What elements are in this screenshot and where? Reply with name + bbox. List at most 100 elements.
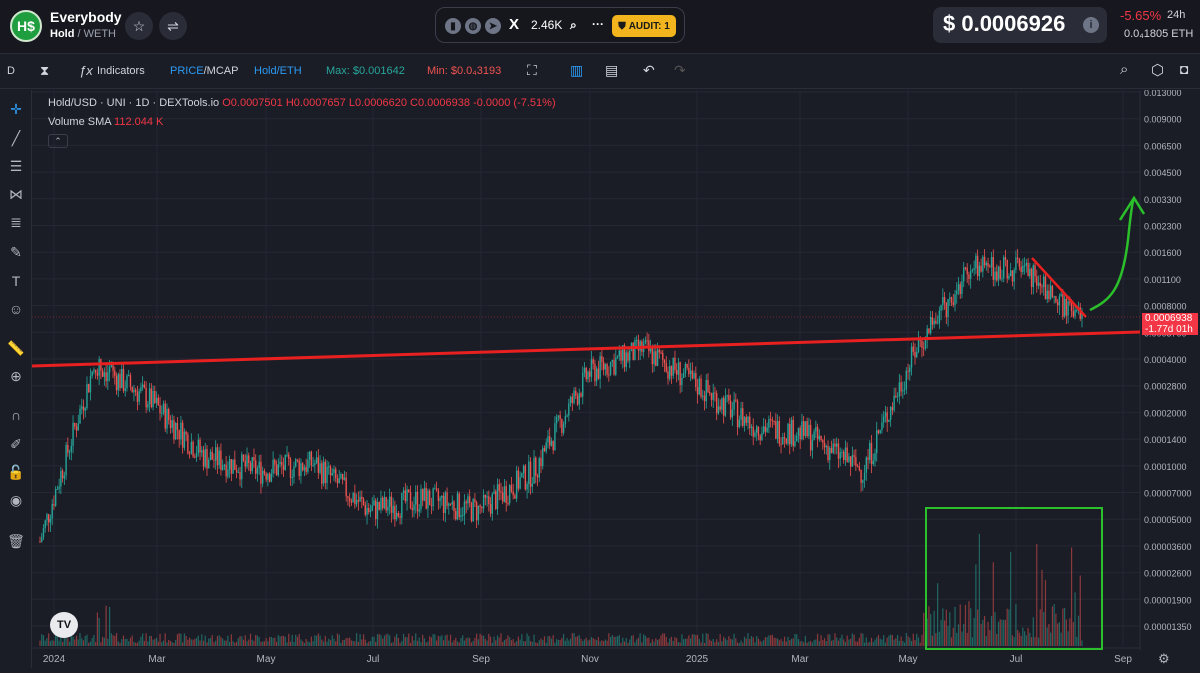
volume-bar xyxy=(169,640,172,646)
volume-bar xyxy=(232,641,234,646)
brush-icon[interactable]: ✎ xyxy=(6,242,26,262)
candle-body xyxy=(818,435,821,440)
tradingview-logo[interactable]: TV xyxy=(50,612,78,638)
zoom-search-icon[interactable]: ⌕ xyxy=(1120,61,1128,78)
candle-body xyxy=(317,457,320,473)
candle-body xyxy=(96,372,99,376)
volume-bar xyxy=(536,642,539,646)
candle-type-icon[interactable]: ⧗ xyxy=(40,63,49,79)
candle-body xyxy=(345,477,347,497)
candle-body xyxy=(279,461,281,465)
candle-body xyxy=(836,443,838,447)
candle-body xyxy=(383,496,386,509)
text-icon[interactable]: T xyxy=(6,271,26,291)
favorite-star-icon[interactable]: ☆ xyxy=(125,12,153,40)
candle-body xyxy=(47,514,50,523)
magnet-icon[interactable]: ∩ xyxy=(6,405,26,425)
lock-icon[interactable]: 🔓 xyxy=(6,462,26,482)
volume-bar xyxy=(848,639,850,646)
pitchfork-icon[interactable]: ⋈ xyxy=(6,184,26,204)
volume-bar xyxy=(288,633,290,646)
candle-body xyxy=(860,469,862,483)
info-icon[interactable]: i xyxy=(1083,17,1099,33)
volume-bar xyxy=(564,640,566,646)
candle-body xyxy=(909,367,911,372)
chart-settings-icon[interactable]: ⚙ xyxy=(1158,651,1172,666)
price-mcap-toggle[interactable]: PRICE/MCAP xyxy=(170,65,238,77)
trend-line-icon[interactable]: ╱ xyxy=(6,128,26,148)
candle-body xyxy=(361,496,363,500)
emoji-icon[interactable]: ☺ xyxy=(6,299,26,319)
crosshair-icon[interactable]: ✛ xyxy=(6,99,26,119)
search-icon[interactable]: ⌕ xyxy=(570,18,577,33)
candle-body xyxy=(856,466,859,468)
y-axis-tick: 0.00001900 xyxy=(1144,595,1192,605)
volume-bar xyxy=(350,640,352,646)
volume-bar xyxy=(263,641,266,646)
indicators-button[interactable]: Indicators xyxy=(97,65,145,77)
candle-body xyxy=(166,409,168,429)
hold-eth-toggle[interactable]: Hold/ETH xyxy=(254,65,302,77)
candle-body xyxy=(802,421,805,436)
fullscreen-icon[interactable]: ⛶ xyxy=(527,62,537,79)
candle-body xyxy=(834,443,836,447)
candle-body xyxy=(74,422,76,427)
share-icon[interactable]: ⇌ xyxy=(159,12,187,40)
lock-drawing-icon[interactable]: ✐ xyxy=(6,434,26,454)
candle-body xyxy=(427,490,429,509)
volume-bar xyxy=(898,640,900,646)
candle-body xyxy=(717,406,720,414)
chart-canvas[interactable]: 0.013000 0.009000 0.006500 0.004500 0.003300… xyxy=(31,88,1200,668)
candle-body xyxy=(63,475,66,479)
candle-body xyxy=(256,468,259,474)
candle-body xyxy=(985,262,988,266)
candle-body xyxy=(524,465,527,490)
candle-body xyxy=(103,372,106,377)
candle-body xyxy=(728,395,730,401)
volume-bar xyxy=(982,619,984,646)
ruler-icon[interactable]: 📏 xyxy=(6,338,26,358)
settings-gear-icon[interactable]: ⬡ xyxy=(1151,61,1164,79)
eye-icon[interactable]: ◉ xyxy=(6,490,26,510)
zoom-in-icon[interactable]: ⊕ xyxy=(6,366,26,386)
volume-bar xyxy=(192,639,194,646)
candle-body xyxy=(157,397,159,406)
indicators-icon[interactable]: ƒx xyxy=(79,63,93,78)
candle-body xyxy=(674,357,676,371)
candle-body xyxy=(884,412,887,417)
collapse-legend-icon[interactable]: ⌃ xyxy=(48,134,68,148)
candle-body xyxy=(315,457,318,464)
volume-bar xyxy=(900,636,902,646)
volume-bar xyxy=(187,639,189,646)
undo-icon[interactable]: ↶ xyxy=(643,62,655,79)
candle-body xyxy=(780,443,782,445)
volume-bar xyxy=(740,640,742,646)
bar-chart-icon[interactable]: ▥ xyxy=(570,62,583,79)
candle-body xyxy=(879,430,881,433)
volume-bar xyxy=(867,642,869,646)
candle-body xyxy=(632,342,634,360)
x-twitter-icon[interactable]: X xyxy=(509,16,519,33)
fib-icon[interactable]: ≣ xyxy=(6,212,26,232)
candle-body xyxy=(465,501,467,504)
trash-icon[interactable]: 🗑 xyxy=(6,531,26,551)
volume-bar xyxy=(103,637,105,646)
volume-bar xyxy=(665,636,667,646)
candle-body xyxy=(411,508,413,511)
interval-selector[interactable]: D xyxy=(7,65,15,77)
volume-bar xyxy=(874,639,876,646)
audit-badge[interactable]: ⛊ AUDIT: 1 xyxy=(612,15,676,37)
candle-body xyxy=(115,375,118,391)
redo-icon[interactable]: ↷ xyxy=(674,62,686,79)
telegram-icon[interactable]: ➤ xyxy=(485,18,501,34)
volume-bar xyxy=(761,641,763,646)
more-options-button[interactable]: ··· xyxy=(592,17,604,31)
y-axis-tick: 0.004500 xyxy=(1144,168,1182,178)
horizontal-lines-icon[interactable]: ☰ xyxy=(6,156,26,176)
candles-icon[interactable]: ▤ xyxy=(605,62,618,79)
globe-icon[interactable]: ◍ xyxy=(465,18,481,34)
camera-icon[interactable]: ◘ xyxy=(1180,61,1188,77)
volume-bar xyxy=(757,638,760,646)
chart-stats-icon[interactable]: ▮ xyxy=(445,18,461,34)
price-chart[interactable]: 0.013000 0.009000 0.006500 0.004500 0.003300… xyxy=(31,88,1200,668)
